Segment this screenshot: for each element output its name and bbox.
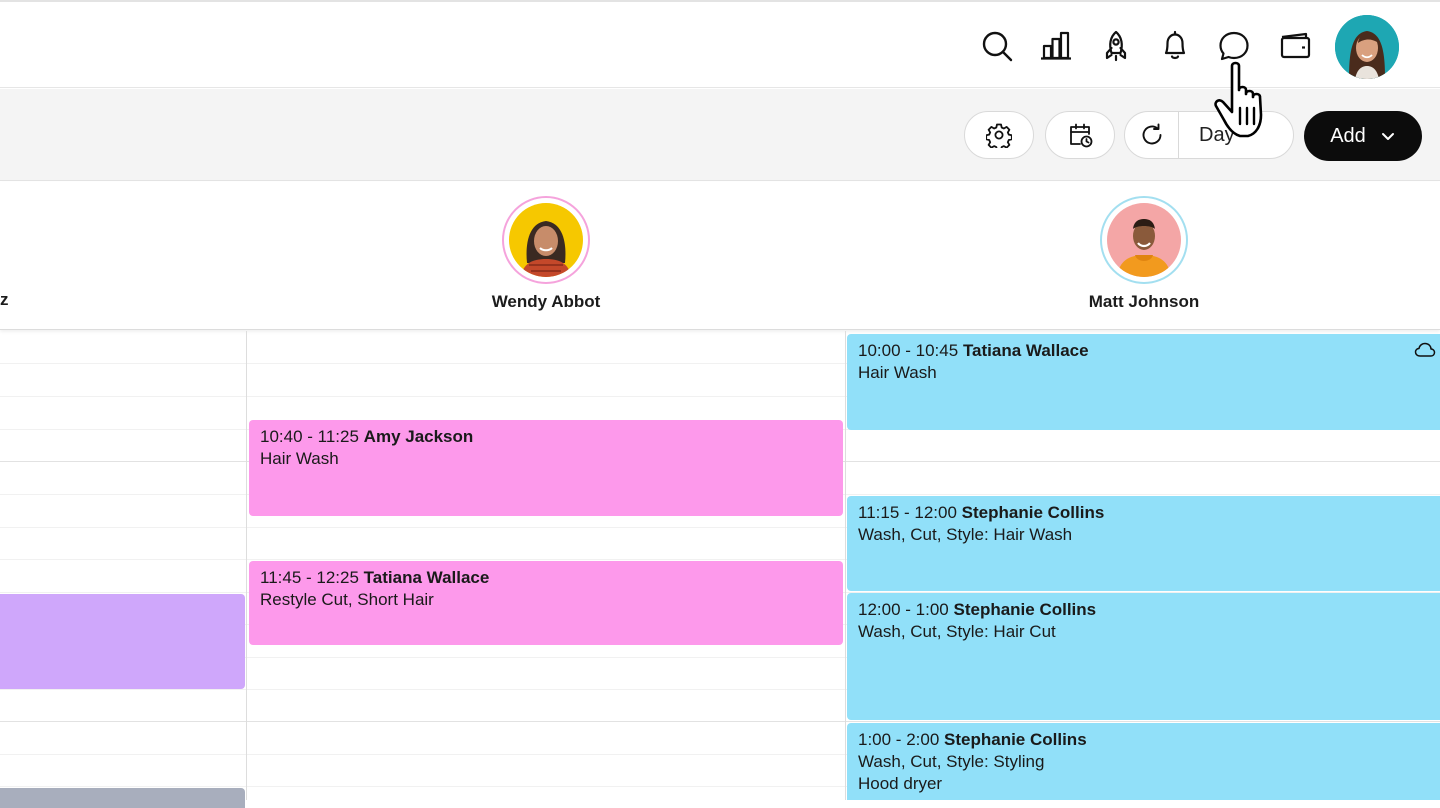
add-button[interactable]: Add — [1304, 111, 1422, 161]
staff-name: Matt Johnson — [1088, 292, 1200, 311]
add-label: Add — [1330, 124, 1366, 147]
appointment-card[interactable]: 12:00 - 1:00 Stephanie Collins Wash, Cut… — [847, 593, 1440, 720]
staff-name: Wendy Abbot — [491, 292, 601, 311]
column-divider — [845, 331, 846, 800]
column-divider — [246, 331, 247, 800]
appointment-time: 10:40 - 11:25 — [260, 427, 359, 446]
appointment-time: 12:00 - 1:00 — [858, 600, 949, 619]
gear-icon — [986, 123, 1012, 148]
staff-header-row: Wendy Abbot Matt Johnson — [0, 182, 1440, 330]
refresh-icon — [1142, 123, 1161, 145]
appointment-card[interactable]: 1:00 - 2:00 Stephanie Collins Wash, Cut,… — [847, 723, 1440, 800]
appointment-block[interactable] — [0, 788, 245, 808]
appointment-card[interactable]: 11:45 - 12:25 Tatiana Wallace Restyle Cu… — [249, 561, 843, 645]
bell-icon[interactable] — [1155, 26, 1195, 66]
chevron-down-icon — [1381, 133, 1394, 140]
service-name: Hair Wash — [260, 449, 339, 468]
staff-name-partial: z — [0, 290, 9, 309]
refresh-button[interactable] — [1125, 112, 1179, 158]
appointment-time: 1:00 - 2:00 — [858, 730, 940, 749]
appointment-title: 11:15 - 12:00 Stephanie Collins — [858, 502, 1429, 524]
appointment-title: 10:40 - 11:25 Amy Jackson — [260, 426, 832, 448]
appointment-title: 11:45 - 12:25 Tatiana Wallace — [260, 567, 832, 589]
calendar-clock-icon — [1070, 123, 1093, 148]
service-name: Wash, Cut, Style: Hair Cut — [858, 622, 1056, 641]
schedule-button[interactable] — [1045, 111, 1115, 159]
hand-cursor-icon — [1214, 61, 1263, 138]
appointment-card[interactable]: 10:40 - 11:25 Amy Jackson Hair Wash — [249, 420, 843, 516]
appointment-time: 11:45 - 12:25 — [260, 568, 359, 587]
avatar — [509, 203, 583, 277]
appointment-title: 10:00 - 10:45 Tatiana Wallace — [858, 340, 1429, 362]
avatar — [1107, 203, 1181, 277]
service-name-extra: Hood dryer — [858, 774, 943, 793]
rocket-icon[interactable] — [1096, 26, 1136, 66]
appointment-time: 11:15 - 12:00 — [858, 503, 957, 522]
service-name: Restyle Cut, Short Hair — [260, 590, 434, 609]
appointment-time: 10:00 - 10:45 — [858, 341, 959, 360]
cloud-icon — [1414, 342, 1436, 357]
bar-chart-icon[interactable] — [1036, 26, 1076, 66]
client-name: Tatiana Wallace — [363, 568, 490, 587]
service-name: Wash, Cut, Style: Styling — [858, 752, 1045, 771]
appointment-title: 12:00 - 1:00 Stephanie Collins — [858, 599, 1429, 621]
calendar-grid: 10:40 - 11:25 Amy Jackson Hair Wash 11:4… — [0, 331, 1440, 808]
appointment-title: 1:00 - 2:00 Stephanie Collins — [858, 729, 1429, 751]
client-name: Tatiana Wallace — [962, 341, 1089, 360]
appointment-block[interactable] — [0, 594, 245, 689]
client-name: Stephanie Collins — [944, 730, 1087, 749]
settings-button[interactable] — [964, 111, 1034, 159]
staff-column-header-wendy[interactable]: Wendy Abbot — [446, 196, 646, 312]
client-name: Amy Jackson — [363, 427, 474, 446]
search-icon[interactable] — [977, 26, 1017, 66]
staff-column-header-matt[interactable]: Matt Johnson — [1044, 196, 1244, 312]
appointment-card[interactable]: 10:00 - 10:45 Tatiana Wallace Hair Wash — [847, 334, 1440, 430]
service-name: Hair Wash — [858, 363, 937, 382]
hour-line — [0, 721, 1440, 722]
client-name: Stephanie Collins — [953, 600, 1097, 619]
staff-avatar-ring — [502, 196, 590, 284]
service-name: Wash, Cut, Style: Hair Wash — [858, 525, 1073, 544]
staff-avatar-ring — [1100, 196, 1188, 284]
client-name: Stephanie Collins — [961, 503, 1105, 522]
appointment-card[interactable]: 11:15 - 12:00 Stephanie Collins Wash, Cu… — [847, 496, 1440, 591]
user-avatar[interactable] — [1335, 15, 1399, 79]
